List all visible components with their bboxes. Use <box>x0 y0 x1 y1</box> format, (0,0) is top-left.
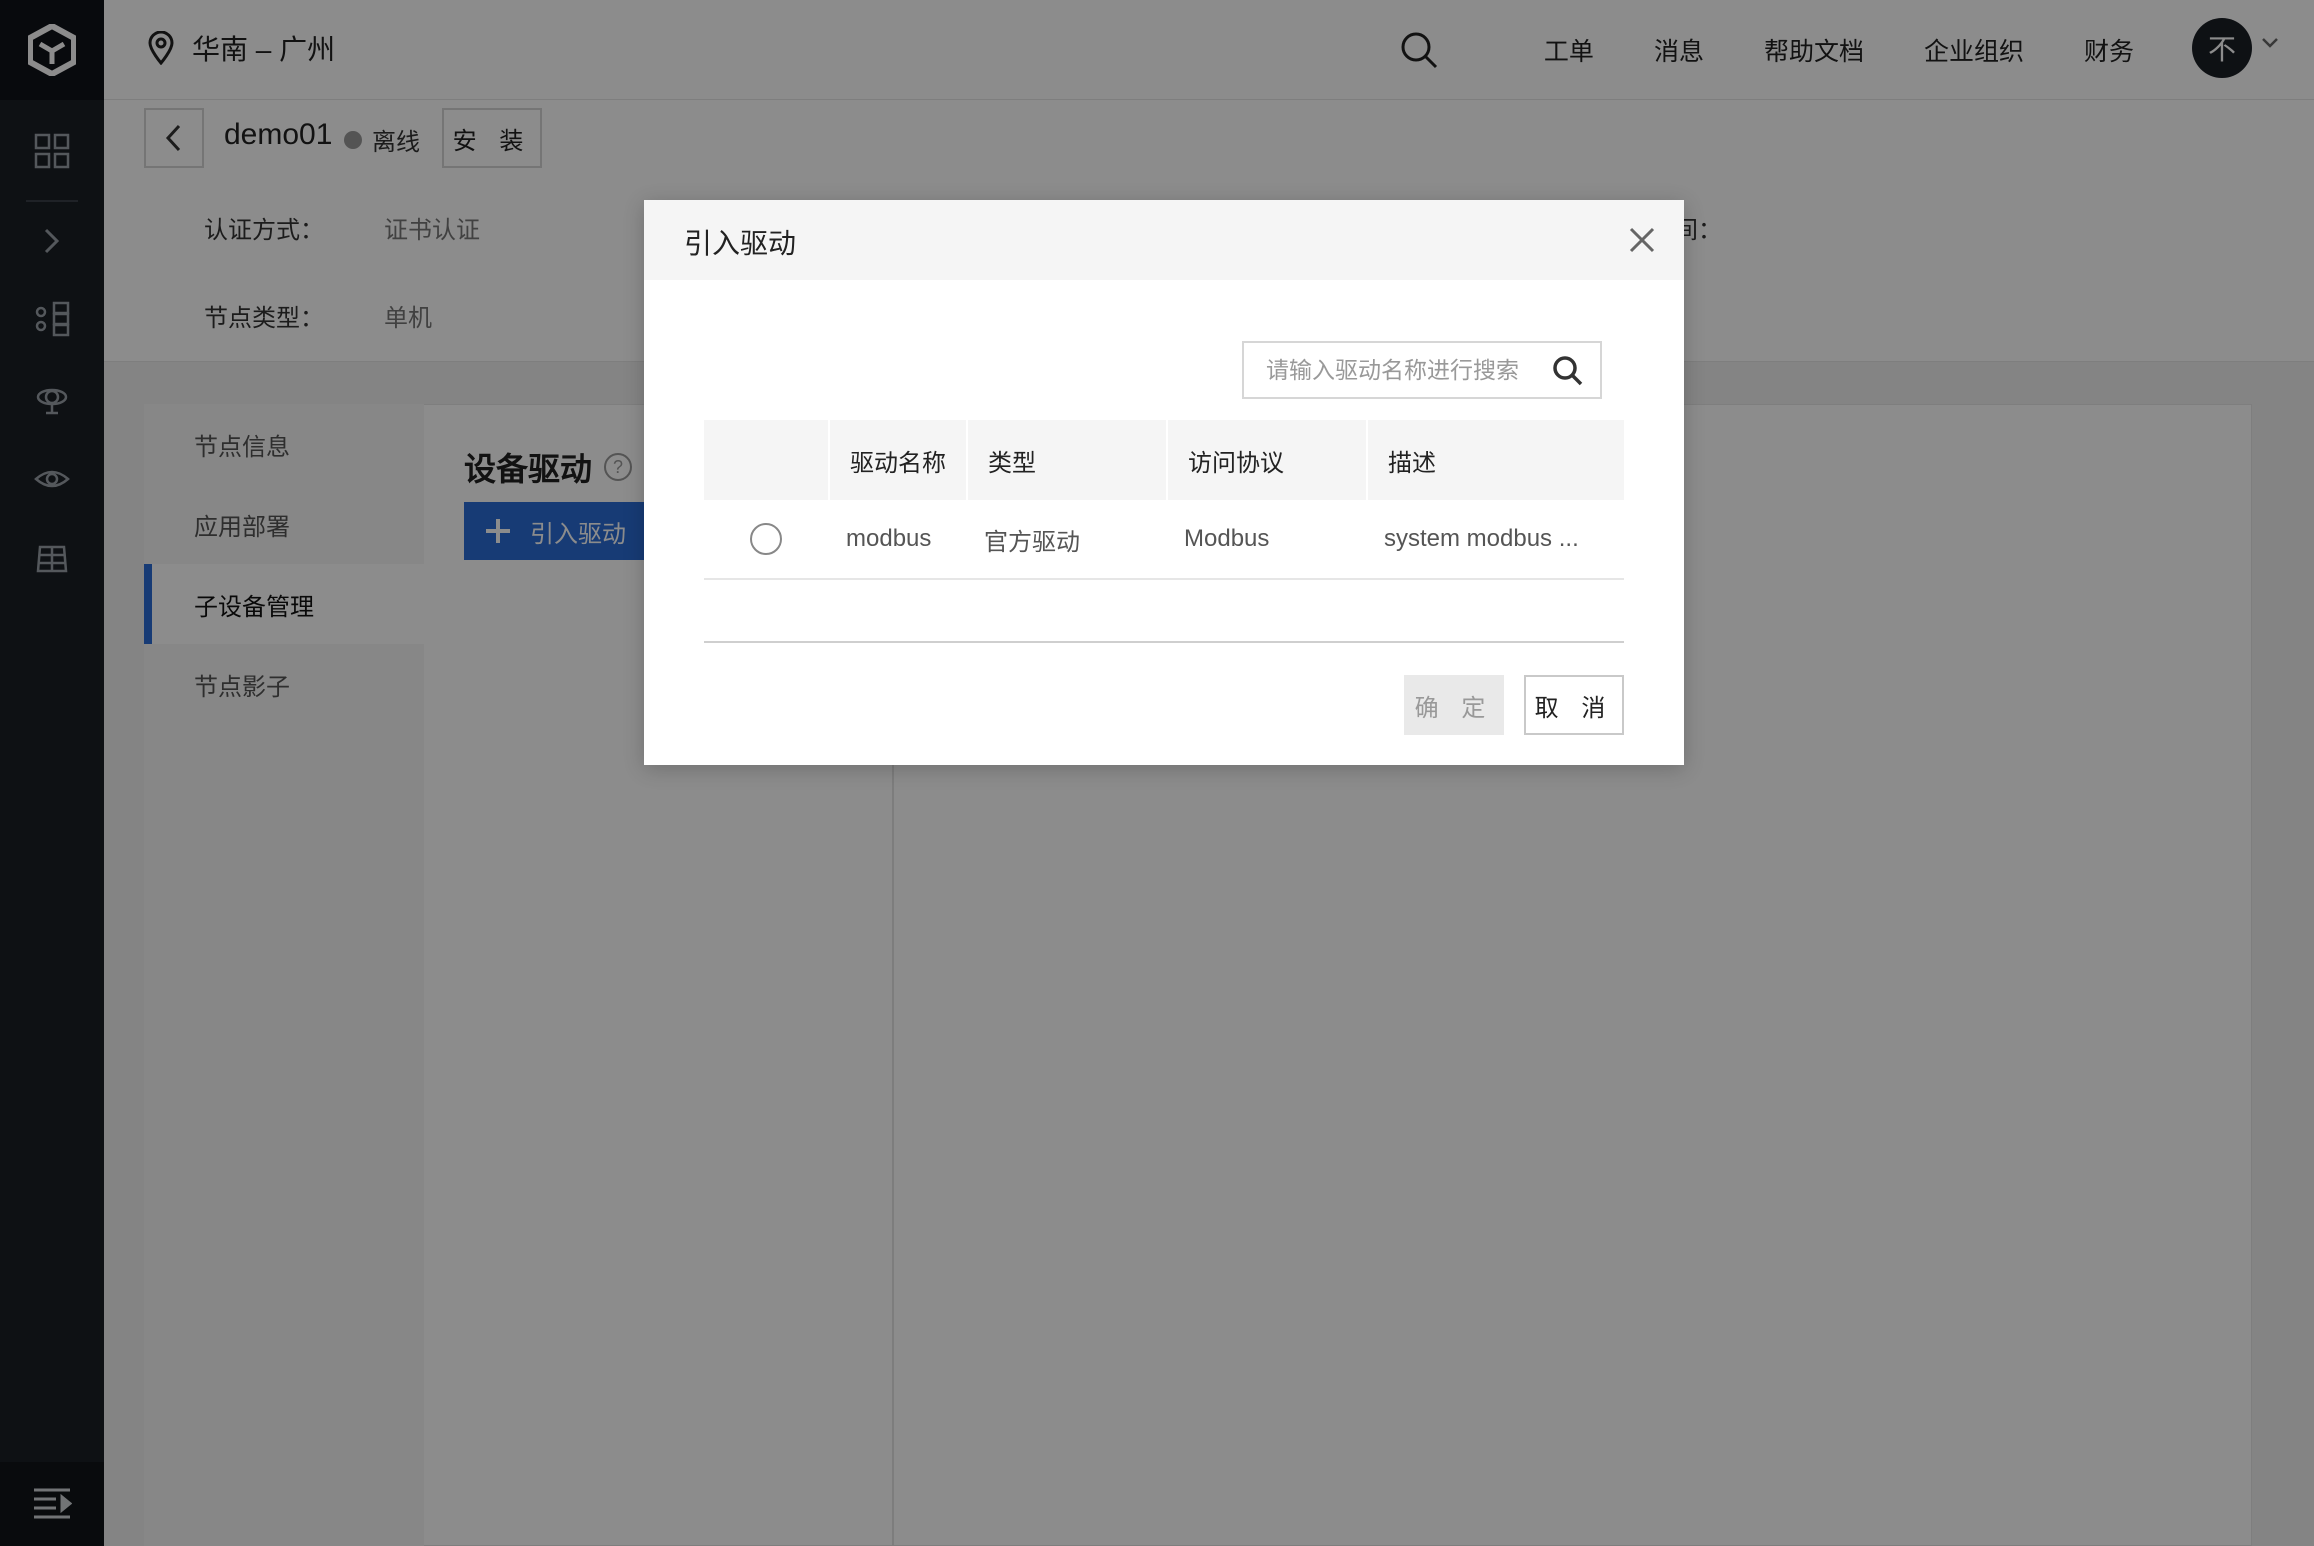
col-driver-name: 驱动名称 <box>828 420 966 500</box>
cell-driver-name: modbus <box>846 525 932 552</box>
cancel-button[interactable]: 取 消 <box>1524 675 1624 735</box>
cell-type: 官方驱动 <box>984 528 1080 556</box>
driver-table: 驱动名称 类型 访问协议 描述 modbus 官方驱动 Modbus syste… <box>704 420 1624 580</box>
col-select <box>704 420 828 500</box>
modal-header: 引入驱动 <box>644 200 1684 280</box>
col-type: 类型 <box>966 420 1166 500</box>
search-icon[interactable] <box>1552 355 1584 392</box>
cell-description: system modbus ... <box>1384 525 1579 552</box>
driver-search <box>1242 341 1602 399</box>
import-driver-modal: 引入驱动 驱动名称 类型 访问协议 描述 modbus 官方驱动 Modbus … <box>644 200 1684 765</box>
col-description: 描述 <box>1366 420 1624 500</box>
driver-search-input[interactable] <box>1266 356 1536 384</box>
col-protocol: 访问协议 <box>1166 420 1366 500</box>
cell-protocol: Modbus <box>1184 525 1270 552</box>
table-header: 驱动名称 类型 访问协议 描述 <box>704 420 1624 500</box>
confirm-button[interactable]: 确 定 <box>1404 675 1504 735</box>
row-select-cell <box>704 500 828 578</box>
table-row[interactable]: modbus 官方驱动 Modbus system modbus ... <box>704 500 1624 580</box>
close-icon[interactable] <box>1624 222 1660 258</box>
modal-title: 引入驱动 <box>684 228 797 259</box>
table-bottom-divider <box>704 641 1624 643</box>
row-radio[interactable] <box>750 523 782 555</box>
